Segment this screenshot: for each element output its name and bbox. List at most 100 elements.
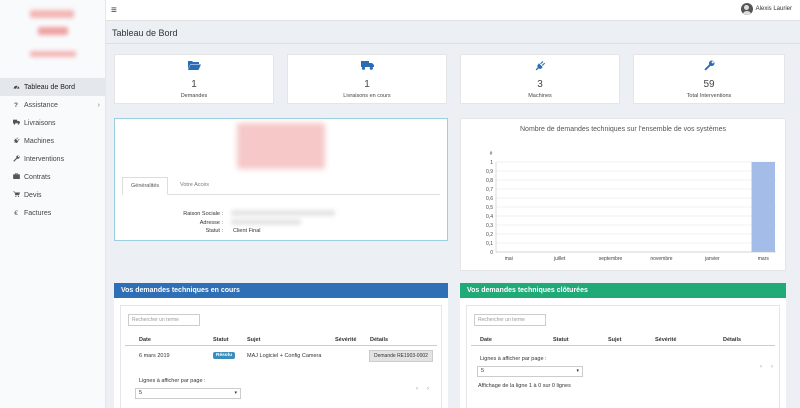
stat-value: 1 <box>191 79 197 90</box>
search-input[interactable]: Rechercher un terme <box>474 314 546 326</box>
plug-icon <box>461 59 619 71</box>
open-requests-panel: Vos demandes techniques en cours Recherc… <box>114 283 448 408</box>
client-info-card: Généralités Votre Accès Raison Sociale :… <box>114 118 448 241</box>
field-label: Statut : <box>205 228 223 234</box>
sidebar-item-label: Machines <box>24 137 54 145</box>
page-size-label: Lignes à afficher par page : <box>480 356 547 362</box>
page-size-value: 5 <box>139 390 143 396</box>
sidebar-item-assistance[interactable]: ? Assistance › <box>0 96 106 114</box>
table-header: Date Statut Sujet Sévérité Détails <box>471 334 775 346</box>
sidebar-item-label: Interventions <box>24 155 65 163</box>
field-label: Adresse : <box>199 219 223 226</box>
sidebar-item-interventions[interactable]: Interventions <box>0 150 106 168</box>
column-header[interactable]: Sujet <box>608 337 621 343</box>
sidebar-item-label: Contrats <box>24 173 51 181</box>
column-header[interactable]: Statut <box>553 337 569 343</box>
y-tick-label: 0 <box>490 250 493 256</box>
prev-page-icon[interactable]: ‹ <box>416 386 418 392</box>
redacted-text <box>231 219 301 225</box>
open-requests-table: Rechercher un terme Date Statut Sujet Sé… <box>120 305 442 408</box>
sidebar-item-livraisons[interactable]: Livraisons <box>0 114 106 132</box>
chart-card: Nombre de demandes techniques sur l'ense… <box>460 118 786 271</box>
folder-open-icon <box>115 59 273 71</box>
y-tick-label: 1 <box>490 160 493 166</box>
stat-card-demandes[interactable]: 1 Demandes <box>114 54 274 104</box>
table-summary: Affichage de la ligne 1 à 0 sur 0 lignes <box>478 383 571 389</box>
stat-label: Total Interventions <box>686 93 732 99</box>
panel-title: Vos demandes techniques clôturées <box>460 283 786 298</box>
divider <box>106 43 800 44</box>
top-bar: ≡ Alexis Laurier <box>106 0 800 21</box>
dashboard-icon <box>12 83 20 92</box>
stat-label: Livraisons en cours <box>343 93 391 99</box>
y-tick-label: 0,4 <box>486 214 493 220</box>
closed-requests-table: Rechercher un terme Date Statut Sujet Sé… <box>466 305 780 408</box>
page-size-select[interactable]: 5 ▾ <box>477 366 583 377</box>
cell-subject: MAJ Logiciel + Config Camera <box>247 353 322 359</box>
truck-icon <box>288 59 446 71</box>
user-name: Alexis Laurier <box>755 6 792 12</box>
x-tick-label: novembre <box>650 256 672 262</box>
y-axis-label: # <box>490 151 493 157</box>
column-header[interactable]: Statut <box>213 337 229 343</box>
stat-card-interventions[interactable]: 59 Total Interventions <box>633 54 785 104</box>
column-header[interactable]: Détails <box>370 337 388 343</box>
panel-title: Vos demandes techniques en cours <box>114 283 448 298</box>
x-tick-label: mai <box>505 256 513 262</box>
column-header[interactable]: Date <box>480 337 492 343</box>
sidebar-item-factures[interactable]: € Factures <box>0 204 106 222</box>
tab-generalites[interactable]: Généralités <box>122 177 169 195</box>
y-tick-label: 0,3 <box>486 223 493 229</box>
sidebar: Tableau de Bord ? Assistance › Livraison… <box>0 0 106 408</box>
caret-down-icon: ▾ <box>234 390 237 396</box>
sidebar-item-label: Devis <box>24 191 42 199</box>
next-page-icon[interactable]: › <box>427 386 429 392</box>
x-tick-label: mars <box>758 256 770 262</box>
column-header[interactable]: Détails <box>723 337 741 343</box>
sidebar-item-contrats[interactable]: Contrats <box>0 168 106 186</box>
column-header[interactable]: Sévérité <box>335 337 356 343</box>
details-button[interactable]: Demande RE1903-0002 <box>369 350 433 362</box>
stat-card-machines[interactable]: 3 Machines <box>460 54 620 104</box>
page-size-value: 5 <box>481 368 485 374</box>
status-badge: Résolu <box>213 352 235 359</box>
stat-value: 1 <box>364 79 370 90</box>
sidebar-item-machines[interactable]: Machines <box>0 132 106 150</box>
sidebar-item-tableau-de-bord[interactable]: Tableau de Bord <box>0 78 106 96</box>
prev-page-icon[interactable]: ‹ <box>760 364 762 370</box>
stat-card-livraisons[interactable]: 1 Livraisons en cours <box>287 54 447 104</box>
next-page-icon[interactable]: › <box>771 364 773 370</box>
page-size-select[interactable]: 5 ▾ <box>135 388 241 399</box>
y-tick-label: 0,8 <box>486 178 493 184</box>
field-label: Raison Sociale : <box>183 211 223 217</box>
demandes-chart: 0 0,1 0,2 0,3 0,4 0,5 0,6 0,7 0,8 0,9 1 # mai juillet… <box>486 151 776 262</box>
stat-label: Machines <box>528 93 552 99</box>
y-tick-label: 0,5 <box>486 205 493 211</box>
sidebar-item-devis[interactable]: Devis <box>0 186 106 204</box>
wrench-icon <box>12 154 20 164</box>
stat-label: Demandes <box>180 93 208 99</box>
avatar <box>740 3 753 15</box>
question-icon: ? <box>14 101 18 109</box>
hamburger-menu-icon[interactable]: ≡ <box>111 5 117 16</box>
caret-down-icon: ▾ <box>576 368 579 374</box>
column-header[interactable]: Sujet <box>247 337 260 343</box>
y-tick-label: 0,2 <box>486 232 493 238</box>
y-tick-label: 0,9 <box>486 169 493 175</box>
tab-votre-acces[interactable]: Votre Accès <box>172 177 217 195</box>
column-header[interactable]: Date <box>139 337 151 343</box>
y-tick-label: 0,6 <box>486 196 493 202</box>
user-menu[interactable]: Alexis Laurier <box>740 3 792 15</box>
page-title: Tableau de Bord <box>112 28 178 38</box>
page-size-label: Lignes à afficher par page : <box>139 378 206 384</box>
column-header[interactable]: Sévérité <box>655 337 676 343</box>
closed-requests-panel: Vos demandes techniques clôturées Recher… <box>460 283 786 408</box>
chevron-right-icon: › <box>97 101 100 109</box>
briefcase-icon <box>12 173 20 181</box>
table-header: Date Statut Sujet Sévérité Détails <box>125 334 437 346</box>
search-input[interactable]: Rechercher un terme <box>128 314 200 326</box>
x-tick-label: juillet <box>553 256 566 262</box>
plug-icon <box>12 136 20 146</box>
y-tick-label: 0,7 <box>486 187 493 193</box>
x-tick-label: janvier <box>704 256 720 262</box>
